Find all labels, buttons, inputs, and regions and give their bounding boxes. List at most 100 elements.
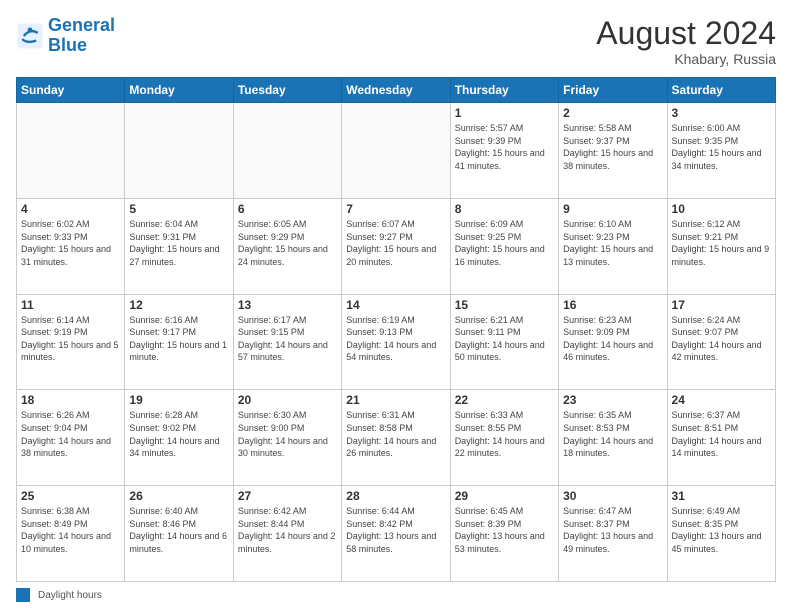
day-info: Sunrise: 6:45 AM Sunset: 8:39 PM Dayligh… <box>455 505 554 555</box>
day-info: Sunrise: 6:05 AM Sunset: 9:29 PM Dayligh… <box>238 218 337 268</box>
footer: Daylight hours <box>16 588 776 602</box>
table-row: 19 Sunrise: 6:28 AM Sunset: 9:02 PM Dayli… <box>125 390 233 486</box>
day-number: 24 <box>672 393 771 407</box>
table-row <box>233 103 341 199</box>
day-info: Sunrise: 6:09 AM Sunset: 9:25 PM Dayligh… <box>455 218 554 268</box>
day-info: Sunrise: 6:17 AM Sunset: 9:15 PM Dayligh… <box>238 314 337 364</box>
day-info: Sunrise: 6:04 AM Sunset: 9:31 PM Dayligh… <box>129 218 228 268</box>
table-row <box>17 103 125 199</box>
day-number: 9 <box>563 202 662 216</box>
day-number: 8 <box>455 202 554 216</box>
day-info: Sunrise: 6:00 AM Sunset: 9:35 PM Dayligh… <box>672 122 771 172</box>
day-number: 12 <box>129 298 228 312</box>
day-number: 13 <box>238 298 337 312</box>
table-row: 14 Sunrise: 6:19 AM Sunset: 9:13 PM Dayli… <box>342 294 450 390</box>
legend-icon <box>16 588 30 602</box>
day-number: 22 <box>455 393 554 407</box>
day-info: Sunrise: 5:57 AM Sunset: 9:39 PM Dayligh… <box>455 122 554 172</box>
calendar-table: Sunday Monday Tuesday Wednesday Thursday… <box>16 77 776 582</box>
table-row: 28Sunrise: 6:44 AM Sunset: 8:42 PM Dayli… <box>342 486 450 582</box>
table-row <box>125 103 233 199</box>
logo-icon <box>16 22 44 50</box>
table-row: 25 Sunrise: 6:38 AM Sunset: 8:49 PM Dayli… <box>17 486 125 582</box>
col-monday: Monday <box>125 78 233 103</box>
day-number: 1 <box>455 106 554 120</box>
day-number: 20 <box>238 393 337 407</box>
day-info: Sunrise: 6:40 AM Sunset: 8:46 PM Dayligh… <box>129 505 228 555</box>
day-info: Sunrise: 6:44 AM Sunset: 8:42 PM Dayligh… <box>346 505 445 555</box>
day-info: Sunrise: 5:58 AM Sunset: 9:37 PM Dayligh… <box>563 122 662 172</box>
table-row: 17Sunrise: 6:24 AM Sunset: 9:07 PM Dayli… <box>667 294 775 390</box>
day-info: Sunrise: 6:19 AM Sunset: 9:13 PM Dayligh… <box>346 314 445 364</box>
day-number: 14 <box>346 298 445 312</box>
day-info: Sunrise: 6:28 AM Sunset: 9:02 PM Dayligh… <box>129 409 228 459</box>
table-row: 31 Sunrise: 6:49 AM Sunset: 8:35 PM Dayli… <box>667 486 775 582</box>
table-row: 20 Sunrise: 6:30 AM Sunset: 9:00 PM Dayli… <box>233 390 341 486</box>
col-tuesday: Tuesday <box>233 78 341 103</box>
location-title: Khabary, Russia <box>596 51 776 67</box>
col-thursday: Thursday <box>450 78 558 103</box>
table-row: 7Sunrise: 6:07 AM Sunset: 9:27 PM Daylig… <box>342 198 450 294</box>
day-number: 23 <box>563 393 662 407</box>
day-info: Sunrise: 6:33 AM Sunset: 8:55 PM Dayligh… <box>455 409 554 459</box>
day-info: Sunrise: 6:49 AM Sunset: 8:35 PM Dayligh… <box>672 505 771 555</box>
day-number: 29 <box>455 489 554 503</box>
table-row: 10 Sunrise: 6:12 AM Sunset: 9:21 PM Dayli… <box>667 198 775 294</box>
col-sunday: Sunday <box>17 78 125 103</box>
day-info: Sunrise: 6:16 AM Sunset: 9:17 PM Dayligh… <box>129 314 228 364</box>
header-row: Sunday Monday Tuesday Wednesday Thursday… <box>17 78 776 103</box>
logo-text: General Blue <box>48 16 115 56</box>
day-number: 31 <box>672 489 771 503</box>
day-number: 26 <box>129 489 228 503</box>
table-row: 29 Sunrise: 6:45 AM Sunset: 8:39 PM Dayli… <box>450 486 558 582</box>
day-info: Sunrise: 6:23 AM Sunset: 9:09 PM Dayligh… <box>563 314 662 364</box>
day-info: Sunrise: 6:24 AM Sunset: 9:07 PM Dayligh… <box>672 314 771 364</box>
header: General Blue August 2024 Khabary, Russia <box>16 16 776 67</box>
table-row: 16Sunrise: 6:23 AM Sunset: 9:09 PM Dayli… <box>559 294 667 390</box>
day-number: 15 <box>455 298 554 312</box>
table-row: 22 Sunrise: 6:33 AM Sunset: 8:55 PM Dayli… <box>450 390 558 486</box>
day-number: 27 <box>238 489 337 503</box>
table-row: 24 Sunrise: 6:37 AM Sunset: 8:51 PM Dayli… <box>667 390 775 486</box>
col-saturday: Saturday <box>667 78 775 103</box>
month-title: August 2024 <box>596 16 776 51</box>
day-number: 21 <box>346 393 445 407</box>
table-row: 3 Sunrise: 6:00 AM Sunset: 9:35 PM Daylig… <box>667 103 775 199</box>
table-row <box>342 103 450 199</box>
table-row: 11Sunrise: 6:14 AM Sunset: 9:19 PM Dayli… <box>17 294 125 390</box>
week-row-0: 1 Sunrise: 5:57 AM Sunset: 9:39 PM Daylig… <box>17 103 776 199</box>
logo-line2: Blue <box>48 35 87 55</box>
table-row: 27Sunrise: 6:42 AM Sunset: 8:44 PM Dayli… <box>233 486 341 582</box>
day-number: 4 <box>21 202 120 216</box>
day-number: 19 <box>129 393 228 407</box>
day-info: Sunrise: 6:26 AM Sunset: 9:04 PM Dayligh… <box>21 409 120 459</box>
col-friday: Friday <box>559 78 667 103</box>
table-row: 13 Sunrise: 6:17 AM Sunset: 9:15 PM Dayli… <box>233 294 341 390</box>
day-number: 25 <box>21 489 120 503</box>
page: General Blue August 2024 Khabary, Russia… <box>0 0 792 612</box>
day-info: Sunrise: 6:10 AM Sunset: 9:23 PM Dayligh… <box>563 218 662 268</box>
table-row: 2Sunrise: 5:58 AM Sunset: 9:37 PM Daylig… <box>559 103 667 199</box>
legend-label: Daylight hours <box>38 590 102 601</box>
day-number: 18 <box>21 393 120 407</box>
table-row: 18 Sunrise: 6:26 AM Sunset: 9:04 PM Dayli… <box>17 390 125 486</box>
day-info: Sunrise: 6:38 AM Sunset: 8:49 PM Dayligh… <box>21 505 120 555</box>
week-row-2: 11Sunrise: 6:14 AM Sunset: 9:19 PM Dayli… <box>17 294 776 390</box>
day-number: 10 <box>672 202 771 216</box>
day-info: Sunrise: 6:37 AM Sunset: 8:51 PM Dayligh… <box>672 409 771 459</box>
table-row: 12 Sunrise: 6:16 AM Sunset: 9:17 PM Dayli… <box>125 294 233 390</box>
table-row: 21 Sunrise: 6:31 AM Sunset: 8:58 PM Dayli… <box>342 390 450 486</box>
day-info: Sunrise: 6:21 AM Sunset: 9:11 PM Dayligh… <box>455 314 554 364</box>
day-info: Sunrise: 6:12 AM Sunset: 9:21 PM Dayligh… <box>672 218 771 268</box>
day-number: 7 <box>346 202 445 216</box>
table-row: 26 Sunrise: 6:40 AM Sunset: 8:46 PM Dayli… <box>125 486 233 582</box>
logo-line1: General <box>48 15 115 35</box>
day-number: 3 <box>672 106 771 120</box>
col-wednesday: Wednesday <box>342 78 450 103</box>
table-row: 30Sunrise: 6:47 AM Sunset: 8:37 PM Dayli… <box>559 486 667 582</box>
table-row: 15 Sunrise: 6:21 AM Sunset: 9:11 PM Dayli… <box>450 294 558 390</box>
day-info: Sunrise: 6:47 AM Sunset: 8:37 PM Dayligh… <box>563 505 662 555</box>
day-info: Sunrise: 6:30 AM Sunset: 9:00 PM Dayligh… <box>238 409 337 459</box>
day-info: Sunrise: 6:31 AM Sunset: 8:58 PM Dayligh… <box>346 409 445 459</box>
table-row: 1 Sunrise: 5:57 AM Sunset: 9:39 PM Daylig… <box>450 103 558 199</box>
